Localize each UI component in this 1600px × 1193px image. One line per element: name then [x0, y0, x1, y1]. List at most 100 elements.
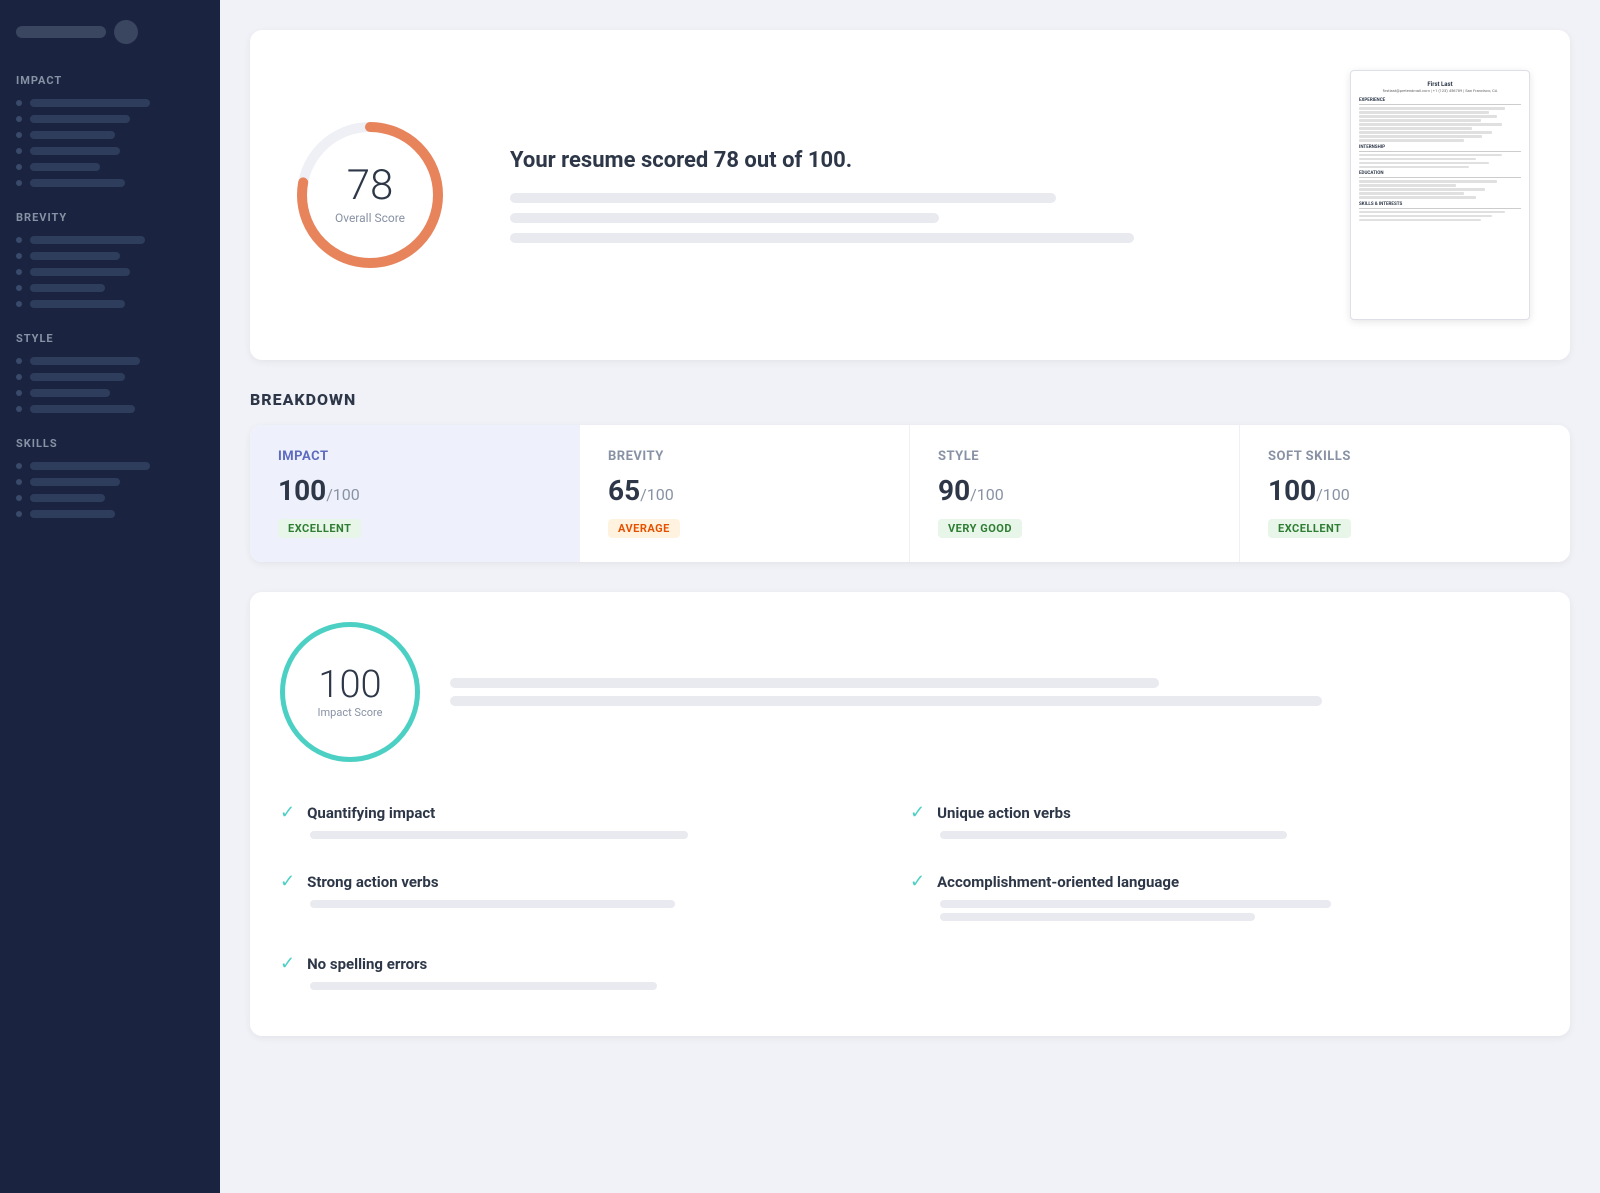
sidebar-item-bar [30, 236, 145, 244]
sidebar-dot [16, 406, 22, 412]
checklist-grid: ✓ Quantifying impact ✓ Unique action ver… [280, 786, 1540, 1006]
score-bar [510, 193, 1056, 203]
resume-section: EXPERIENCE [1359, 98, 1521, 105]
sidebar-item[interactable] [16, 163, 204, 171]
breakdown-score-value: 90 [938, 474, 970, 507]
sidebar-dot [16, 237, 22, 243]
sidebar-item[interactable] [16, 147, 204, 155]
sidebar-item-bar [30, 163, 100, 171]
checklist-item-bar [940, 913, 1255, 921]
resume-name: First Last [1359, 81, 1521, 88]
breakdown-header: IMPACT 100/100 EXCELLENT BREVITY 65/100 … [250, 425, 1570, 562]
breakdown-col-title-style: STYLE [938, 449, 1211, 464]
sidebar-item-bar [30, 131, 115, 139]
sidebar-dot [16, 253, 22, 259]
sidebar-item[interactable] [16, 179, 204, 187]
sidebar-dot [16, 148, 22, 154]
checklist-item-header: ✓ Accomplishment-oriented language [910, 871, 1540, 892]
resume-section: SKILLS & INTERESTS [1359, 202, 1521, 209]
resume-line [1359, 119, 1481, 122]
sidebar-dot [16, 463, 22, 469]
sidebar-dot [16, 374, 22, 380]
checklist-item-title: No spelling errors [307, 955, 427, 973]
logo-circle [114, 20, 138, 44]
breakdown-col-impact[interactable]: IMPACT 100/100 EXCELLENT [250, 425, 580, 562]
breakdown-score-value: 100 [1268, 474, 1316, 507]
sidebar-item-bar [30, 284, 105, 292]
sidebar-item[interactable] [16, 268, 204, 276]
score-headline: Your resume scored 78 out of 100. [510, 148, 1290, 173]
sidebar-dot [16, 511, 22, 517]
sidebar-item[interactable] [16, 462, 204, 470]
resume-line [1359, 180, 1497, 183]
breakdown-score-soft-skills: 100/100 [1268, 474, 1542, 507]
breakdown-badge-soft-skills: EXCELLENT [1268, 519, 1351, 538]
breakdown-title: BREAKDOWN [250, 390, 1570, 409]
checklist-item-header: ✓ No spelling errors [280, 953, 910, 974]
sidebar-item-bar [30, 99, 150, 107]
impact-detail: 100 Impact Score ✓ Quantifying impact [250, 592, 1570, 1036]
resume-preview: First Last firstlast@pretendmail.com | +… [1350, 70, 1530, 320]
resume-line [1359, 162, 1489, 165]
sidebar-section-brevity: BREVITY [16, 211, 204, 224]
sidebar-item[interactable] [16, 300, 204, 308]
breakdown-score-denom: /100 [326, 485, 360, 504]
checklist-item-strong-verbs: ✓ Strong action verbs [280, 855, 910, 937]
sidebar-item[interactable] [16, 373, 204, 381]
overall-score-label: Overall Score [335, 211, 405, 225]
impact-detail-bar [450, 696, 1322, 706]
breakdown-col-brevity[interactable]: BREVITY 65/100 AVERAGE [580, 425, 910, 562]
breakdown-badge-impact: EXCELLENT [278, 519, 361, 538]
sidebar-header [16, 20, 204, 44]
sidebar-item[interactable] [16, 99, 204, 107]
sidebar-dot [16, 116, 22, 122]
sidebar-item-bar [30, 268, 130, 276]
sidebar-item[interactable] [16, 494, 204, 502]
sidebar-item-bar [30, 462, 150, 470]
sidebar: IMPACT BREVITY STYLE SKILLS [0, 0, 220, 1193]
sidebar-item-bar [30, 179, 125, 187]
breakdown-score-value: 65 [608, 474, 640, 507]
sidebar-item[interactable] [16, 478, 204, 486]
resume-line [1359, 111, 1489, 114]
sidebar-dot [16, 390, 22, 396]
sidebar-item-bar [30, 357, 140, 365]
impact-detail-header: 100 Impact Score [280, 622, 1540, 762]
sidebar-item[interactable] [16, 115, 204, 123]
sidebar-item[interactable] [16, 252, 204, 260]
check-icon: ✓ [280, 871, 295, 892]
sidebar-item[interactable] [16, 389, 204, 397]
resume-line [1359, 192, 1464, 195]
resume-line [1359, 115, 1497, 118]
sidebar-item[interactable] [16, 284, 204, 292]
sidebar-dot [16, 495, 22, 501]
sidebar-item-bar [30, 373, 125, 381]
sidebar-item[interactable] [16, 357, 204, 365]
sidebar-item[interactable] [16, 236, 204, 244]
sidebar-item[interactable] [16, 510, 204, 518]
breakdown-score-denom: /100 [1316, 485, 1350, 504]
impact-detail-bar [450, 678, 1159, 688]
checklist-item-title: Quantifying impact [307, 804, 435, 822]
score-text-area: Your resume scored 78 out of 100. [510, 148, 1290, 243]
breakdown-col-style[interactable]: STYLE 90/100 VERY GOOD [910, 425, 1240, 562]
sidebar-item[interactable] [16, 405, 204, 413]
sidebar-item[interactable] [16, 131, 204, 139]
sidebar-dot [16, 358, 22, 364]
breakdown-badge-style: VERY GOOD [938, 519, 1022, 538]
sidebar-dot [16, 269, 22, 275]
resume-section: EDUCATION [1359, 171, 1521, 178]
checklist-item-bar [310, 982, 657, 990]
breakdown-col-title-impact: IMPACT [278, 449, 551, 464]
sidebar-item-bar [30, 147, 120, 155]
impact-score-number: 100 [318, 666, 381, 704]
check-icon: ✓ [910, 871, 925, 892]
checklist-item-title: Unique action verbs [937, 804, 1071, 822]
resume-line [1359, 196, 1476, 199]
breakdown-col-soft-skills[interactable]: SOFT SKILLS 100/100 EXCELLENT [1240, 425, 1570, 562]
breakdown-table: IMPACT 100/100 EXCELLENT BREVITY 65/100 … [250, 425, 1570, 562]
checklist-item-accomplishment: ✓ Accomplishment-oriented language [910, 855, 1540, 937]
checklist-item-quantifying: ✓ Quantifying impact [280, 786, 910, 855]
check-icon: ✓ [280, 953, 295, 974]
resume-line [1359, 131, 1492, 134]
